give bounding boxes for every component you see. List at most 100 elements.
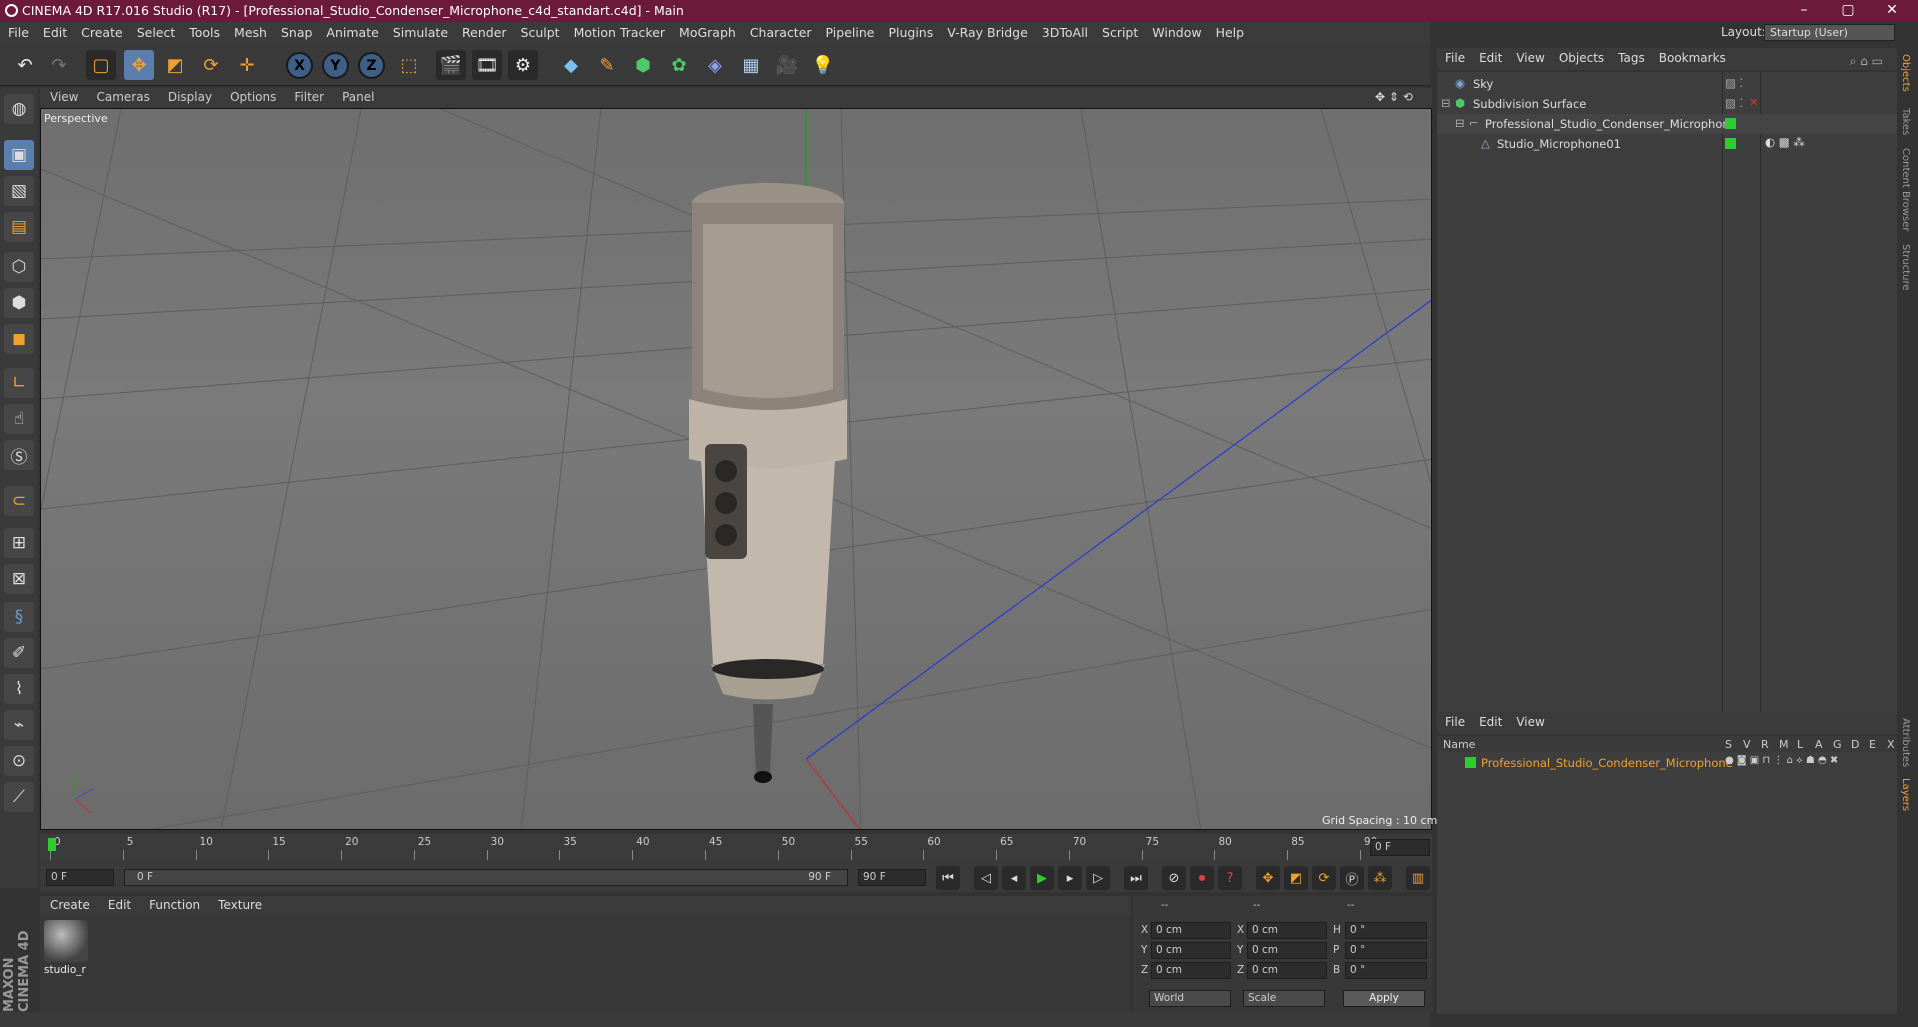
size-z-field[interactable]: 0 cm bbox=[1247, 962, 1327, 979]
tab-takes[interactable]: Takes bbox=[1900, 108, 1911, 135]
start-frame-field[interactable]: 0 F bbox=[46, 869, 114, 886]
tab-structure[interactable]: Structure bbox=[1900, 244, 1911, 291]
size-x-field[interactable]: 0 cm bbox=[1247, 922, 1327, 939]
obj-menu-bookmarks[interactable]: Bookmarks bbox=[1651, 48, 1732, 65]
layer-row[interactable]: Professional_Studio_Condenser_Microphone… bbox=[1437, 753, 1897, 773]
menu-snap[interactable]: Snap bbox=[273, 22, 318, 40]
menu-render[interactable]: Render bbox=[454, 22, 513, 40]
minimize-button[interactable]: – bbox=[1784, 0, 1824, 22]
previous-keyframe-icon[interactable]: ◁ bbox=[974, 866, 998, 890]
next-frame-icon[interactable]: ▸ bbox=[1058, 866, 1082, 890]
key-rotation-icon[interactable]: ⟳ bbox=[1312, 866, 1336, 890]
menu-vray-bridge[interactable]: V-Ray Bridge bbox=[939, 22, 1034, 40]
viewport-menu-filter[interactable]: Filter bbox=[284, 88, 332, 104]
menu-select[interactable]: Select bbox=[129, 22, 182, 40]
model-mode-icon[interactable]: ▣ bbox=[4, 140, 34, 170]
record-keys-icon[interactable]: ⊘ bbox=[1162, 866, 1186, 890]
key-scale-icon[interactable]: ◩ bbox=[1284, 866, 1308, 890]
undo-icon[interactable]: ↶ bbox=[10, 50, 40, 80]
object-name[interactable]: Professional_Studio_Condenser_Microphone bbox=[1485, 117, 1737, 131]
object-row-studio-microphone01[interactable]: △ Studio_Microphone01 ◐ ▩ ⁂ bbox=[1437, 134, 1897, 154]
obj-menu-view[interactable]: View bbox=[1508, 48, 1550, 65]
tab-objects[interactable]: Objects bbox=[1900, 54, 1911, 92]
material-menu-create[interactable]: Create bbox=[40, 896, 98, 912]
material-tags-icon[interactable]: ◐ ▩ ⁂ bbox=[1765, 135, 1805, 149]
points-mode-icon[interactable]: ⬡ bbox=[4, 252, 34, 282]
menu-sculpt[interactable]: Sculpt bbox=[513, 22, 566, 40]
make-editable-icon[interactable]: ◍ bbox=[4, 94, 34, 124]
previous-frame-icon[interactable]: ◂ bbox=[1002, 866, 1026, 890]
current-frame-field[interactable]: 0 F bbox=[1370, 839, 1430, 856]
scale-tool-icon[interactable]: ◩ bbox=[160, 50, 190, 80]
material-menu-texture[interactable]: Texture bbox=[208, 896, 270, 912]
rotation-b-field[interactable]: 0 ° bbox=[1345, 962, 1427, 979]
playhead-marker[interactable] bbox=[48, 838, 56, 851]
key-position-icon[interactable]: ✥ bbox=[1256, 866, 1280, 890]
keyframe-selection-icon[interactable]: ? bbox=[1218, 866, 1242, 890]
workplane-snap-icon[interactable]: ⊠ bbox=[4, 564, 34, 594]
timeline-window-icon[interactable]: ▥ bbox=[1406, 866, 1430, 890]
obj-menu-tags[interactable]: Tags bbox=[1610, 48, 1651, 65]
position-x-field[interactable]: 0 cm bbox=[1151, 922, 1231, 939]
viewport-menu-view[interactable]: View bbox=[40, 88, 86, 104]
maximize-button[interactable]: ▢ bbox=[1828, 0, 1868, 22]
play-forward-icon[interactable]: ▶ bbox=[1030, 866, 1054, 890]
pen-spline-icon[interactable]: ✎ bbox=[592, 50, 622, 80]
object-row-subdivision-surface[interactable]: ⊟ ⬢ Subdivision Surface ▨ ⁚ ✕ bbox=[1437, 94, 1897, 114]
go-to-start-icon[interactable]: ⏮ bbox=[936, 866, 960, 890]
obj-menu-edit[interactable]: Edit bbox=[1471, 48, 1508, 65]
end-frame-field[interactable]: 90 F bbox=[858, 869, 926, 886]
texture-mode-icon[interactable]: ▧ bbox=[4, 176, 34, 206]
layer-flags-icons[interactable]: ● ◙ ▣ ⊓ ⋮ ⌂ ⟡ ☗ ◓ ✖ bbox=[1725, 755, 1838, 766]
position-z-field[interactable]: 0 cm bbox=[1151, 962, 1231, 979]
magnet-tool-icon[interactable]: ⊙ bbox=[4, 746, 34, 776]
cube-primitive-icon[interactable]: ◆ bbox=[556, 50, 586, 80]
layer-color-swatch[interactable] bbox=[1725, 118, 1736, 129]
tab-attributes[interactable]: Attributes bbox=[1900, 718, 1911, 767]
array-icon[interactable]: ✿ bbox=[664, 50, 694, 80]
frame-range-slider[interactable]: 0 F 90 F bbox=[124, 869, 848, 886]
render-picture-viewer-icon[interactable]: 🎞 bbox=[472, 50, 502, 80]
object-row-microphone-null[interactable]: ⊟ ⌐ Professional_Studio_Condenser_Microp… bbox=[1437, 114, 1897, 134]
rotation-h-field[interactable]: 0 ° bbox=[1345, 922, 1427, 939]
camera-icon[interactable]: 🎥 bbox=[772, 50, 802, 80]
polygons-mode-icon[interactable]: ◼ bbox=[4, 324, 34, 354]
menu-simulate[interactable]: Simulate bbox=[385, 22, 454, 40]
menu-tools[interactable]: Tools bbox=[181, 22, 226, 40]
solo-mode-icon[interactable]: Ⓢ bbox=[4, 440, 34, 470]
object-manager-nav-icons[interactable]: ⌕ ⌂ ▭ bbox=[1842, 51, 1889, 69]
object-row-sky[interactable]: ◉ Sky ▨ ⁚ bbox=[1437, 74, 1897, 94]
menu-edit[interactable]: Edit bbox=[35, 22, 73, 40]
menu-3dtoall[interactable]: 3DToAll bbox=[1034, 22, 1094, 40]
snap-icon[interactable]: ⊂ bbox=[4, 486, 34, 516]
object-name[interactable]: Sky bbox=[1473, 77, 1493, 91]
sculpt-tool-icon[interactable]: ⌁ bbox=[4, 710, 34, 740]
key-parameter-icon[interactable]: Ⓟ bbox=[1340, 866, 1364, 890]
go-to-end-icon[interactable]: ⏭ bbox=[1124, 866, 1148, 890]
axis-mode-icon[interactable]: ∟ bbox=[4, 368, 34, 398]
obj-menu-file[interactable]: File bbox=[1437, 48, 1471, 65]
light-icon[interactable]: 💡 bbox=[808, 50, 838, 80]
tweak-mode-icon[interactable]: ☝ bbox=[4, 404, 34, 434]
coordinate-system-icon[interactable]: ⬚ bbox=[394, 50, 424, 80]
floor-icon[interactable]: ▦ bbox=[736, 50, 766, 80]
menu-help[interactable]: Help bbox=[1208, 22, 1251, 40]
redo-icon[interactable]: ↷ bbox=[44, 50, 74, 80]
obj-menu-objects[interactable]: Objects bbox=[1551, 48, 1610, 65]
object-name[interactable]: Studio_Microphone01 bbox=[1497, 137, 1621, 151]
lock-workplane-icon[interactable]: ⊞ bbox=[4, 528, 34, 558]
menu-mograph[interactable]: MoGraph bbox=[671, 22, 742, 40]
layout-select[interactable]: Startup (User) bbox=[1764, 24, 1895, 41]
position-y-field[interactable]: 0 cm bbox=[1151, 942, 1231, 959]
knife-tool-icon[interactable]: ⟋ bbox=[4, 782, 34, 812]
object-name[interactable]: Subdivision Surface bbox=[1473, 97, 1586, 111]
3d-viewport[interactable] bbox=[40, 108, 1432, 830]
material-menu-edit[interactable]: Edit bbox=[98, 896, 139, 912]
timeline-ruler[interactable]: 051015202530354045505560657075808590 0 F bbox=[40, 834, 1432, 862]
menu-plugins[interactable]: Plugins bbox=[880, 22, 939, 40]
disabled-cross-icon[interactable]: ✕ bbox=[1749, 95, 1759, 109]
render-settings-icon[interactable]: ⚙ bbox=[508, 50, 538, 80]
layer-tag-icon[interactable]: ▨ ⁚ bbox=[1725, 96, 1743, 110]
move-tool-icon[interactable]: ✥ bbox=[124, 50, 154, 80]
workplane-icon[interactable]: ▤ bbox=[4, 212, 34, 242]
